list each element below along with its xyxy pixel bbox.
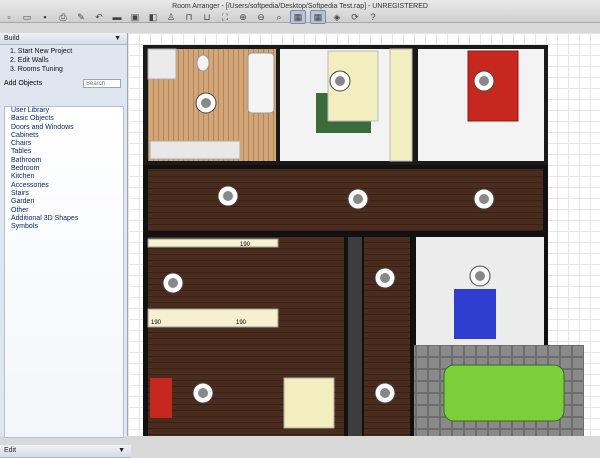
bathroom-cabinet[interactable] xyxy=(149,140,241,160)
wall-icon[interactable]: ▬ xyxy=(110,11,124,23)
sofa-icon[interactable]: ⊔ xyxy=(200,11,214,23)
category-cabinets[interactable]: Cabinets xyxy=(5,132,123,140)
shower[interactable] xyxy=(147,48,177,80)
dim-label-3: 190 xyxy=(236,320,247,326)
stair-column[interactable] xyxy=(348,237,362,436)
coffee-table[interactable] xyxy=(283,377,335,429)
red-sofa[interactable] xyxy=(150,378,172,418)
print-icon[interactable]: ⎙ xyxy=(56,11,70,23)
add-objects-label: Add Objects xyxy=(4,80,43,87)
zoom-out-icon[interactable]: ⊖ xyxy=(254,11,268,23)
category-tables[interactable]: Tables xyxy=(5,148,123,156)
toolbar: ▫ ▭ ▪ ⎙ ✎ ↶ ▬ ▣ ◧ ♙ ⊓ ⊔ ⛶ ⊕ ⊖ ⌕ ▦ ▦ ◈ ⟳ … xyxy=(0,10,382,24)
category-user-library[interactable]: User Library xyxy=(5,107,123,115)
category-bathroom[interactable]: Bathroom xyxy=(5,157,123,165)
zoom-in-icon[interactable]: ⊕ xyxy=(236,11,250,23)
category-kitchen[interactable]: Kitchen xyxy=(5,173,123,181)
lamp-hall2[interactable] xyxy=(347,188,369,210)
collapse-arrow-icon[interactable]: ▼ xyxy=(118,445,125,456)
3d-view-icon[interactable]: ◈ xyxy=(330,11,344,23)
lamp-bedroom1[interactable] xyxy=(329,70,351,92)
step-rooms-tuning[interactable]: 3. Rooms Tuning xyxy=(10,65,127,74)
step-start-new-project[interactable]: 1. Start New Project xyxy=(10,47,127,56)
wardrobe[interactable] xyxy=(389,48,413,162)
save-icon[interactable]: ▪ xyxy=(38,11,52,23)
edit-section-header[interactable]: Edit ▼ xyxy=(0,445,131,458)
new-file-icon[interactable]: ▫ xyxy=(2,11,16,23)
table-icon[interactable]: ⊓ xyxy=(182,11,196,23)
paint-icon[interactable]: ✎ xyxy=(74,11,88,23)
chair-icon[interactable]: ♙ xyxy=(164,11,178,23)
sidebar: Build ▼ 1. Start New Project 2. Edit Wal… xyxy=(0,33,131,458)
lamp-living[interactable] xyxy=(192,382,214,404)
category-bedroom[interactable]: Bedroom xyxy=(5,165,123,173)
category-chairs[interactable]: Chairs xyxy=(5,140,123,148)
category-stairs[interactable]: Stairs xyxy=(5,190,123,198)
kitchen-counter-top[interactable] xyxy=(147,238,279,248)
category-additional-3d-shapes[interactable]: Additional 3D Shapes xyxy=(5,215,123,223)
lamp-kitchen[interactable] xyxy=(162,272,184,294)
undo-icon[interactable]: ↶ xyxy=(92,11,106,23)
object-category-list: User Library Basic Objects Doors and Win… xyxy=(4,106,124,438)
kitchen-counter-bottom[interactable] xyxy=(147,308,279,328)
lamp-bedroom2[interactable] xyxy=(473,70,495,92)
window-object-icon[interactable]: ▣ xyxy=(128,11,142,23)
edit-header-label: Edit xyxy=(4,447,17,454)
floor-plan: 190 190 190 xyxy=(143,45,584,436)
kids-bed[interactable] xyxy=(454,289,496,339)
lamp-kids[interactable] xyxy=(469,265,491,287)
car[interactable] xyxy=(443,364,565,422)
lamp-middle[interactable] xyxy=(374,267,396,289)
collapse-arrow-icon[interactable]: ▼ xyxy=(114,33,121,44)
search-input[interactable] xyxy=(83,79,121,88)
lamp-hall3[interactable] xyxy=(473,188,495,210)
middle-room-floor[interactable] xyxy=(364,237,410,436)
lamp-middle-2[interactable] xyxy=(374,382,396,404)
build-steps: 1. Start New Project 2. Edit Walls 3. Ro… xyxy=(0,45,127,78)
fit-view-icon[interactable]: ⛶ xyxy=(218,11,232,23)
bathtub[interactable] xyxy=(247,52,275,114)
lamp-bath[interactable] xyxy=(195,92,217,114)
window-title: Room Arranger - [/Users/softpedia/Deskto… xyxy=(172,3,428,10)
floor-plan-canvas[interactable]: 190 190 190 xyxy=(128,33,600,436)
build-section-header[interactable]: Build ▼ xyxy=(0,33,127,45)
rotate-icon[interactable]: ⟳ xyxy=(348,11,362,23)
open-folder-icon[interactable]: ▭ xyxy=(20,11,34,23)
category-garden[interactable]: Garden xyxy=(5,198,123,206)
category-other[interactable]: Other xyxy=(5,207,123,215)
dim-label-1: 190 xyxy=(240,242,251,248)
category-basic-objects[interactable]: Basic Objects xyxy=(5,115,123,123)
add-objects-row: Add Objects xyxy=(0,78,127,89)
category-symbols[interactable]: Symbols xyxy=(5,223,123,231)
help-icon[interactable]: ? xyxy=(366,11,380,23)
category-doors-and-windows[interactable]: Doors and Windows xyxy=(5,124,123,132)
step-edit-walls[interactable]: 2. Edit Walls xyxy=(10,56,127,65)
zoom-area-icon[interactable]: ⌕ xyxy=(272,11,286,23)
title-bar: Room Arranger - [/Users/softpedia/Deskto… xyxy=(0,0,600,24)
lamp-hall1[interactable] xyxy=(217,185,239,207)
grid-view-icon[interactable]: ▦ xyxy=(310,10,326,24)
door-icon[interactable]: ◧ xyxy=(146,11,160,23)
build-header-label: Build xyxy=(4,35,20,42)
category-accessories[interactable]: Accessories xyxy=(5,182,123,190)
dim-label-2: 190 xyxy=(151,320,162,326)
2d-view-icon[interactable]: ▦ xyxy=(290,10,306,24)
toilet[interactable] xyxy=(196,54,210,72)
